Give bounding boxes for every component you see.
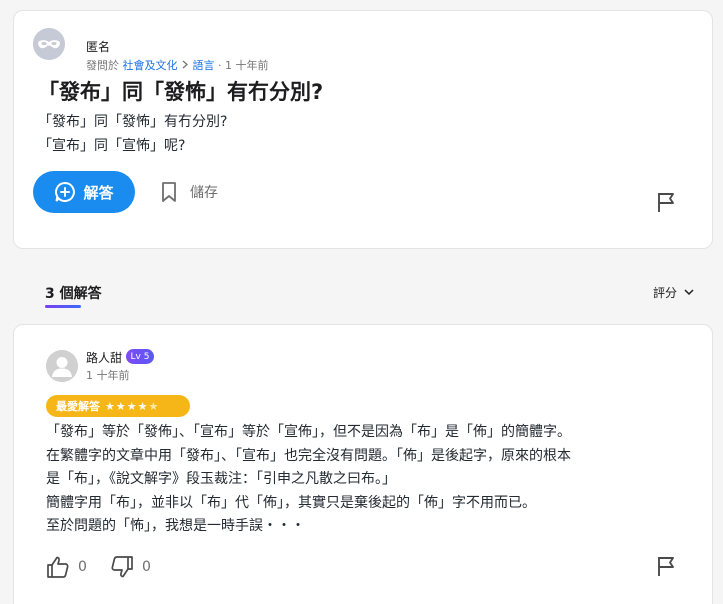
flag-icon (658, 193, 674, 212)
answer-time: 1 十年前 (86, 369, 130, 382)
best-answer-badge: 最愛解答 ★★★★★ (46, 395, 190, 417)
sort-dropdown[interactable]: 評分 (653, 284, 694, 301)
flag-icon (658, 557, 674, 576)
downvote-count: 0 (142, 559, 151, 575)
question-author[interactable]: 匿名 (86, 38, 110, 55)
question-meta: 發問於 社會及文化 語言 · 1 十年前 (86, 57, 269, 73)
upvote-count: 0 (78, 559, 87, 575)
best-answer-label: 最愛解答 (56, 400, 100, 413)
save-button-label: 儲存 (190, 185, 218, 201)
report-answer-button[interactable] (657, 555, 677, 581)
answer-body-line: 至於問題的「怖」，我想是一時手誤・・・ (46, 518, 305, 535)
user-avatar[interactable] (46, 350, 78, 382)
downvote-button[interactable]: 0 (110, 555, 151, 579)
answer-body-line: 是「布」，《說文解字》段玉裁注：「引申之凡散之曰布。」 (46, 471, 396, 488)
answer-body: 「發布」等於「發佈」、「宣布」等於「宣佈」，但不是因為「布」是「佈」的簡體字。 … (46, 421, 571, 539)
mask-icon (33, 28, 65, 60)
question-body-line: 「宣布」同「宣怖」呢? (38, 138, 186, 154)
answers-tab-underline (45, 305, 81, 308)
answers-count: 3 個解答 (45, 286, 102, 302)
question-title: 「發布」同「發怖」有冇分別? (38, 80, 324, 104)
bookmark-icon (162, 182, 176, 202)
posted-in-label: 發問於 (86, 59, 119, 72)
subcategory-link[interactable]: 語言 (193, 59, 215, 72)
question-body-line: 「發布」同「發怖」有冇分別? (38, 114, 228, 130)
thumbs-down-icon (111, 556, 133, 578)
answer-body-line: 簡體字用「布」，並非以「布」代「佈」，其實只是棄後起的「佈」字不用而已。 (46, 494, 536, 511)
star-rating: ★★★★★ (105, 399, 160, 413)
category-link[interactable]: 社會及文化 (123, 59, 178, 72)
save-button[interactable]: 儲存 (160, 178, 218, 206)
meta-separator: · (218, 59, 222, 72)
answer-button[interactable]: 解答 (33, 171, 135, 213)
page: 匿名 發問於 社會及文化 語言 · 1 十年前 「發布」同「發怖」有冇分別? 「… (0, 0, 723, 604)
answer-body-line: 「發布」等於「發佈」、「宣布」等於「宣佈」，但不是因為「布」是「佈」的簡體字。 (46, 424, 571, 440)
answer-author[interactable]: 路人甜 (86, 349, 122, 366)
answer-button-label: 解答 (83, 183, 114, 202)
add-comment-icon (55, 181, 76, 202)
chevron-right-icon (181, 59, 193, 72)
upvote-button[interactable]: 0 (46, 555, 87, 579)
question-body: 「發布」同「發怖」有冇分別? 「宣布」同「宣怖」呢? (38, 110, 227, 158)
chevron-down-icon (684, 289, 694, 296)
thumbs-up-icon (47, 556, 69, 578)
anonymous-avatar[interactable] (33, 28, 65, 60)
answer-body-line: 在繁體字的文章中用「發布」、「宣布」也完全沒有問題。「佈」是後起字，原來的根本 (46, 447, 571, 464)
question-time: 1 十年前 (225, 59, 269, 72)
report-question-button[interactable] (657, 191, 677, 217)
level-badge: Lv 5 (126, 349, 154, 364)
sort-label: 評分 (653, 286, 678, 300)
user-icon (46, 350, 78, 382)
